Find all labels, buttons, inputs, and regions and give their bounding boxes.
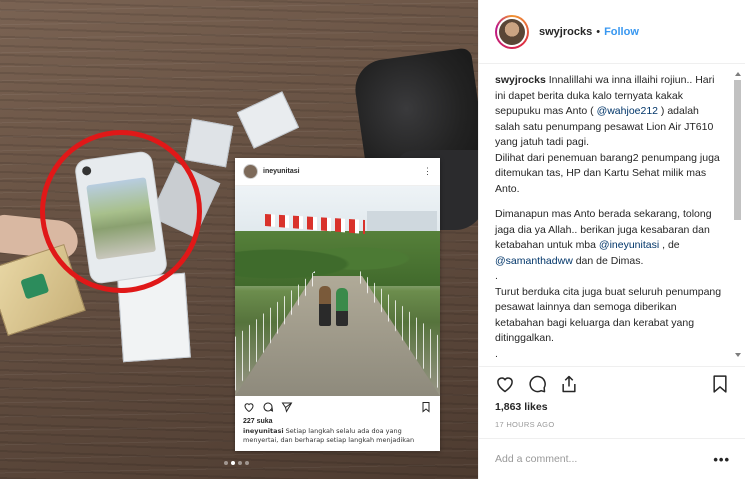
header-separator: •: [596, 25, 601, 38]
person-figure: [319, 286, 331, 326]
post-header: swyjrocks • Follow: [479, 0, 745, 64]
bookmark-icon[interactable]: [710, 374, 730, 394]
mention-link[interactable]: @wahjoe212: [597, 105, 658, 117]
post-actions: 1,863 likes 17 HOURS AGO: [479, 366, 745, 429]
carousel-dot: [245, 461, 249, 465]
highlight-circle: [40, 130, 202, 293]
heart-icon[interactable]: [495, 374, 515, 394]
comment-input[interactable]: Add a comment...: [495, 453, 713, 465]
embedded-more-icon: ⋮: [423, 166, 432, 176]
add-comment-bar: Add a comment... •••: [479, 438, 745, 479]
scroll-down-arrow-icon[interactable]: [734, 353, 741, 357]
embedded-caption: ineyunitasi Setiap langkah selalu ada do…: [243, 427, 415, 444]
share-icon[interactable]: [559, 374, 579, 394]
mention-link[interactable]: @samanthadww: [495, 255, 573, 267]
debris-piece: [236, 91, 300, 149]
embedded-actions: [235, 396, 440, 418]
post-caption: swyjrocks Innalillahi wa inna illaihi ro…: [495, 74, 722, 360]
username-link[interactable]: swyjrocks: [539, 26, 592, 38]
likes-count[interactable]: 1,863 likes: [495, 401, 730, 413]
post-side-panel: swyjrocks • Follow swyjrocks Innalillahi…: [478, 0, 745, 479]
post-timestamp[interactable]: 17 HOURS AGO: [495, 420, 730, 429]
embedded-post-screenshot: ineyunitasi ⋮ 227 suka ineyunitasi Setia…: [235, 158, 440, 451]
avatar[interactable]: [495, 14, 529, 49]
carousel-dot-active: [231, 461, 235, 465]
embedded-avatar: [243, 164, 258, 179]
send-icon: [281, 402, 293, 413]
comment-icon[interactable]: [527, 374, 547, 394]
heart-icon: [244, 403, 254, 413]
comments-scrollbar[interactable]: [734, 72, 741, 357]
embedded-username: ineyunitasi: [263, 168, 300, 175]
carousel-dot: [238, 461, 242, 465]
embedded-likes: 227 suka: [243, 418, 273, 425]
post-image[interactable]: ineyunitasi ⋮ 227 suka ineyunitasi Setia…: [0, 0, 478, 479]
scrollbar-thumb[interactable]: [734, 80, 741, 220]
debris-piece: [184, 118, 234, 168]
carousel-dot: [224, 461, 228, 465]
bookmark-icon: [422, 402, 430, 413]
caption-author[interactable]: swyjrocks: [495, 74, 546, 86]
carousel-indicator: [224, 461, 249, 465]
person-figure: [336, 288, 348, 326]
scroll-up-arrow-icon[interactable]: [734, 72, 741, 76]
mention-link[interactable]: @ineyunitasi: [599, 239, 659, 251]
comments-area[interactable]: swyjrocks Innalillahi wa inna illaihi ro…: [479, 64, 745, 366]
follow-button[interactable]: Follow: [604, 26, 639, 38]
embedded-post-header: ineyunitasi ⋮: [235, 158, 440, 186]
embedded-bridge-photo: [235, 186, 440, 396]
comment-icon: [263, 402, 274, 412]
more-options-icon[interactable]: •••: [713, 452, 730, 467]
